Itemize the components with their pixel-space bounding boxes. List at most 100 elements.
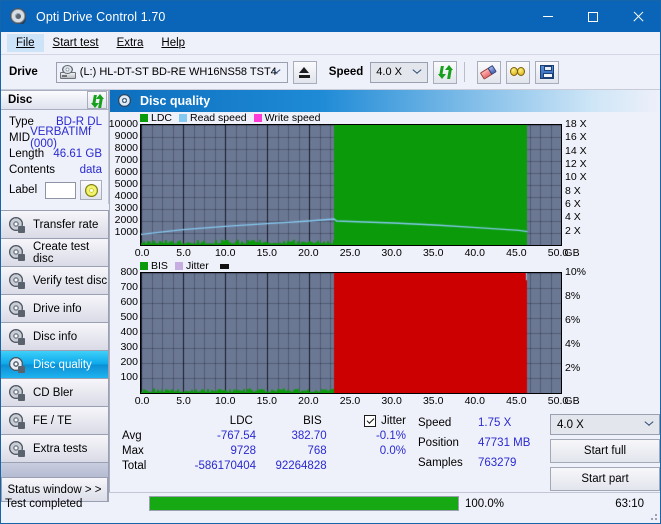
position-stat-label: Position (418, 437, 459, 449)
test-speed-select[interactable]: 4.0 X (550, 414, 660, 435)
legend-ldc: LDC (140, 112, 172, 124)
ldc-y-axis-left: 1000 2000 3000 4000 5000 6000 7000 8000 9000 1000… (109, 118, 143, 246)
disc-mid-value: VERBATIMf (000) (30, 126, 92, 150)
eject-button[interactable] (292, 60, 317, 84)
refresh-button[interactable] (433, 60, 458, 84)
x-tick-label: 0.0 (134, 247, 150, 259)
y-tick-label: 12 X (565, 158, 587, 170)
avg-bis-value: 382.70 (291, 429, 327, 442)
extra-tests-icon (9, 441, 25, 457)
x-tick-label: 35.0 (422, 247, 444, 259)
table-header-row: LDC BIS Jitter (114, 413, 414, 428)
start-part-button[interactable]: Start part (550, 467, 660, 491)
col-header-bis: BIS (303, 414, 322, 427)
disc-label-row: Label (9, 180, 102, 200)
ldc-plot-area[interactable] (140, 124, 562, 246)
ldc-y-axis-right: 2 X4 X6 X8 X 10 X 12 X 14 X 16 X 18 X (562, 118, 596, 246)
content-area: Disc Type BD-R DL MID VERBATIMf (000) Le… (1, 90, 660, 502)
total-ldc-value: -586170404 (194, 459, 257, 472)
resize-grip[interactable] (647, 510, 657, 520)
run-panel: Speed Position Samples 1.75 X 47731 MB 7… (414, 413, 660, 491)
menu-file[interactable]: File (7, 34, 44, 52)
y-tick-label: 1000 (114, 226, 138, 238)
x-tick-label: 35.0 (422, 395, 444, 407)
y-tick-label: 6 X (565, 198, 581, 210)
cd-icon (84, 183, 98, 197)
run-controls: 4.0 X Start full Start part (550, 413, 660, 491)
y-tick-label: 7000 (114, 154, 138, 166)
statistics-panel: LDC BIS Jitter Avg -767.54 382.70 -0.1% (110, 408, 660, 491)
chevron-down-icon (272, 68, 281, 77)
menu-help[interactable]: Help (152, 34, 194, 52)
y-tick-label: 10000 (108, 118, 138, 130)
sidebar-item-disc-info[interactable]: Disc info (1, 323, 108, 351)
jitter-toggle[interactable]: Jitter (322, 414, 414, 427)
start-full-button[interactable]: Start full (550, 439, 660, 463)
maximize-button[interactable] (570, 1, 615, 32)
sidebar-item-fe-te[interactable]: FE / TE (1, 407, 108, 435)
legend-swatch (179, 114, 188, 122)
run-values: 1.75 X 47731 MB 763279 (478, 413, 550, 491)
y-tick-label: 200 (120, 356, 138, 368)
y-tick-label: 8000 (114, 142, 138, 154)
y-tick-label: 4 X (565, 211, 581, 224)
app-window: Opti Drive Control 1.70 File Start test … (0, 0, 661, 524)
sidebar-item-drive-info[interactable]: Drive info (1, 295, 108, 323)
speed-select[interactable]: 4.0 X (370, 61, 429, 83)
cursor-marker-icon (219, 263, 229, 269)
bis-plot-row: 100 200 300 400 500 600 700 800 2% 4% 6% 8% 10% (110, 266, 660, 394)
speed-stat-label: Speed (418, 417, 452, 429)
chevron-down-icon (412, 68, 421, 77)
disc-label-input[interactable] (45, 181, 76, 199)
sidebar-item-create-test-disc[interactable]: Create test disc (1, 239, 108, 267)
goggles-button[interactable] (506, 60, 531, 84)
x-tick-label: 30.0 (381, 395, 402, 407)
sidebar-item-extra-tests[interactable]: Extra tests (1, 435, 108, 463)
progress-bar (149, 496, 459, 511)
ldc-x-axis-row: 0.0 5.0 10.0 15.0 20.0 25.0 30.0 35.0 40.0 45.0 50… (110, 246, 660, 260)
bis-x-axis: 0.0 5.0 10.0 15.0 20.0 25.0 30.0 35.0 40.0 45.0 50… (135, 394, 580, 408)
sidebar-item-cd-bler[interactable]: CD Bler (1, 379, 108, 407)
menu-start-test[interactable]: Start test (44, 34, 108, 52)
ldc-plot-row: 1000 2000 3000 4000 5000 6000 7000 8000 9000 1000… (109, 118, 660, 246)
bis-plot-area[interactable] (140, 272, 562, 394)
save-button[interactable] (535, 60, 560, 84)
speed-select-value: 4.0 X (376, 66, 402, 78)
sidebar-item-verify-test-disc[interactable]: Verify test disc (1, 267, 108, 295)
disc-contents-value: data (79, 164, 102, 176)
jitter-checkbox[interactable] (364, 414, 377, 427)
main-header: Disc quality (110, 90, 660, 112)
status-text: Test completed (5, 497, 83, 510)
create-test-disc-icon (9, 245, 25, 261)
sidebar-item-disc-quality[interactable]: Disc quality (1, 351, 108, 379)
cd-bler-icon (9, 385, 25, 401)
sidebar-item-transfer-rate[interactable]: Transfer rate (1, 211, 108, 239)
y-tick-label: 500 (120, 311, 138, 323)
sidebar-item-label: Disc info (33, 330, 78, 343)
x-tick-label: 40.0 (464, 247, 486, 259)
row-label-avg: Avg (122, 429, 142, 442)
progress-fill (150, 497, 458, 510)
disc-panel-title: Disc (8, 94, 33, 106)
x-tick-label: 10.0 (214, 395, 236, 407)
minimize-button[interactable] (525, 1, 570, 32)
drive-select[interactable]: (L:) HL-DT-ST BD-RE WH16NS58 TST4 (55, 61, 288, 83)
x-tick-label: 25.0 (339, 395, 361, 407)
disc-label-browse-button[interactable] (80, 180, 102, 200)
legend-jitter: Jitter (174, 260, 209, 272)
disc-refresh-button[interactable] (87, 91, 107, 109)
x-tick-label: 0.0 (134, 395, 150, 407)
total-bis-value: 92264828 (275, 459, 327, 472)
close-button[interactable] (615, 1, 660, 32)
bis-y-axis-right: 2% 4% 6% 8% 10% (562, 266, 596, 394)
menu-extra[interactable]: Extra (108, 34, 153, 52)
sidebar-item-label: Transfer rate (33, 218, 99, 231)
y-tick-label: 700 (120, 281, 138, 293)
drive-label: Drive (9, 66, 38, 78)
legend-label: BIS (151, 260, 168, 272)
erase-button[interactable] (477, 60, 502, 84)
y-tick-label: 6000 (114, 166, 138, 178)
y-tick-label: 100 (120, 371, 138, 383)
window-controls (525, 1, 660, 32)
legend-label: Write speed (264, 112, 321, 124)
